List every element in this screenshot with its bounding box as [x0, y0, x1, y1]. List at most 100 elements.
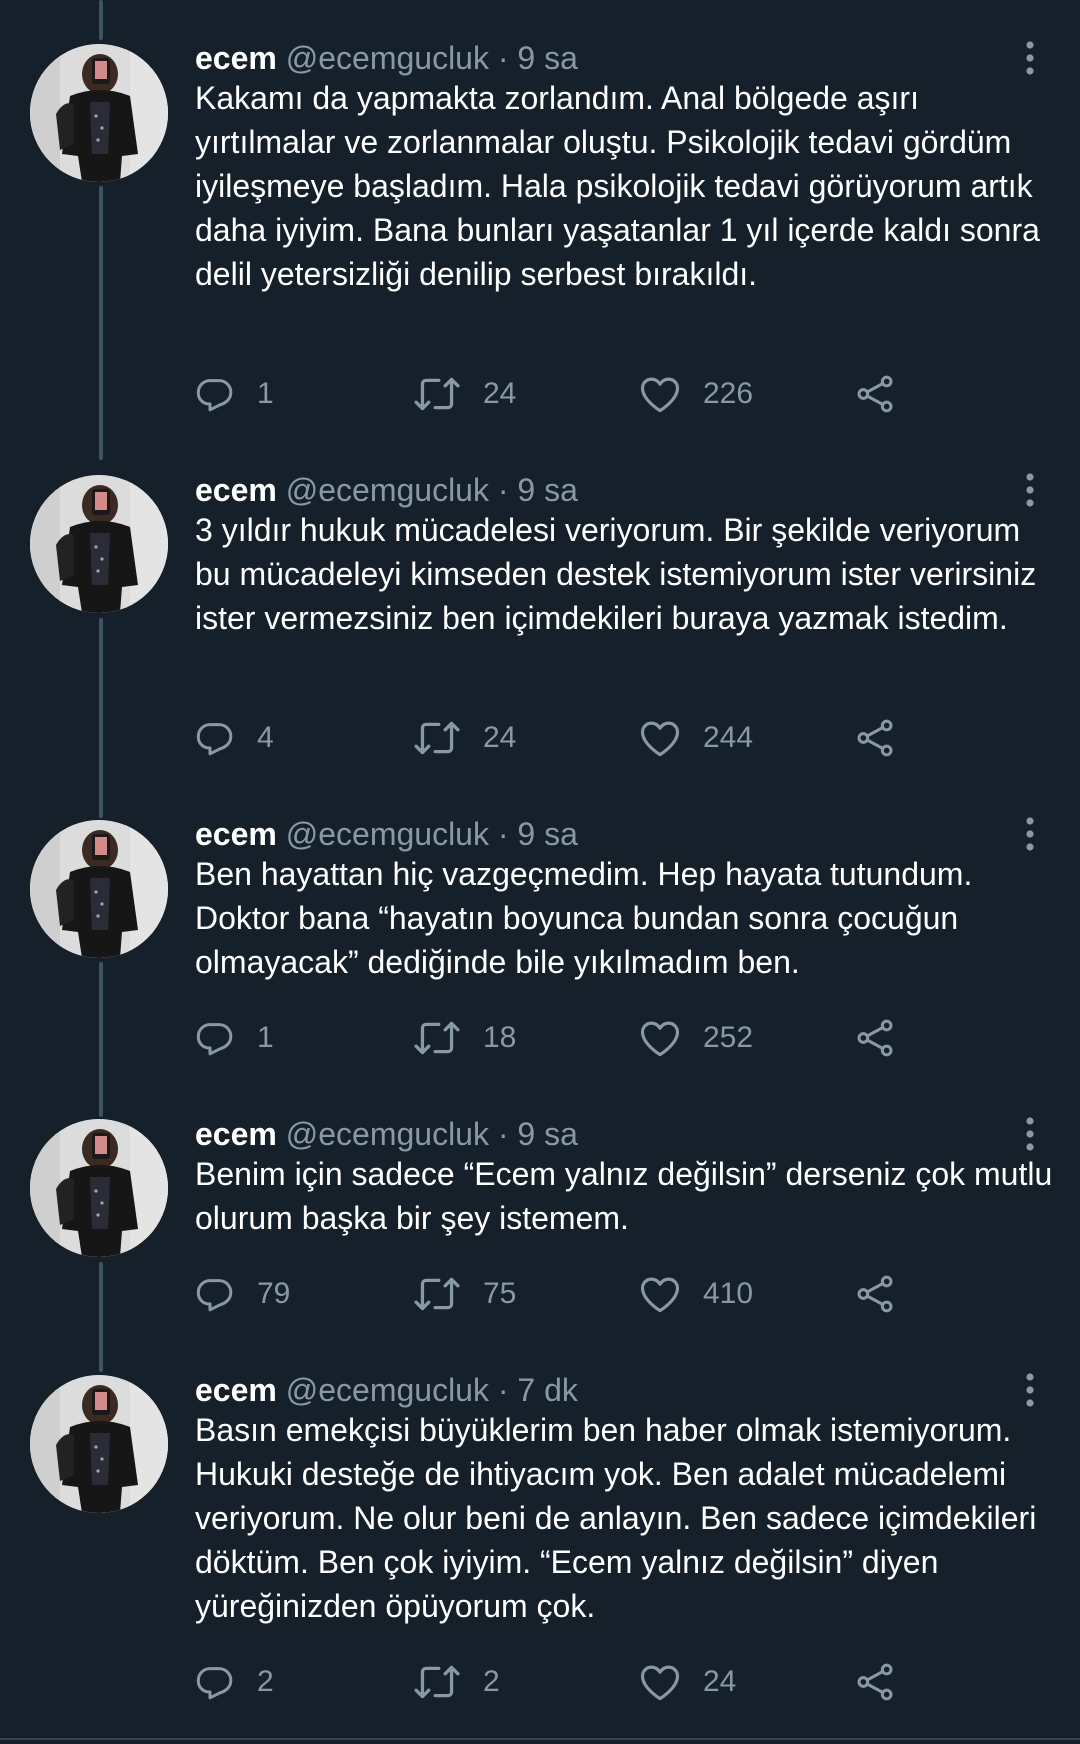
reply-icon	[196, 1023, 233, 1056]
reply-count: 1	[257, 1021, 274, 1054]
more-vertical-icon	[1026, 1373, 1034, 1407]
like-button[interactable]: 226	[639, 370, 753, 418]
display-name[interactable]: ecem	[195, 472, 277, 508]
timestamp[interactable]: 9 sa	[517, 472, 577, 508]
more-vertical-icon	[1026, 1117, 1034, 1151]
avatar[interactable]	[30, 1119, 168, 1257]
retweet-button[interactable]: 2	[413, 1658, 500, 1706]
thread-connector	[99, 1262, 103, 1372]
tweet-actions: 2 2 24	[195, 1658, 1015, 1706]
reply-button[interactable]: 1	[195, 370, 274, 418]
user-handle[interactable]: @ecemgucluk	[286, 816, 489, 852]
more-vertical-icon	[1026, 473, 1034, 507]
reply-count: 1	[257, 377, 274, 410]
reply-button[interactable]: 2	[195, 1658, 274, 1706]
share-button[interactable]	[855, 714, 895, 762]
thread-connector	[99, 0, 103, 40]
separator-dot: ·	[497, 1372, 509, 1408]
more-options-button[interactable]	[1012, 814, 1048, 854]
share-icon	[857, 1275, 893, 1313]
display-name[interactable]: ecem	[195, 1116, 277, 1152]
like-button[interactable]: 252	[639, 1014, 753, 1062]
thread-connector	[99, 962, 103, 1117]
timestamp[interactable]: 9 sa	[517, 1116, 577, 1152]
retweet-button[interactable]: 75	[413, 1270, 516, 1318]
retweet-count: 2	[483, 1665, 500, 1698]
retweet-count: 24	[483, 721, 517, 754]
retweet-count: 75	[483, 1277, 517, 1310]
share-icon	[857, 1663, 893, 1701]
tweet-actions: 1 18 252	[195, 1014, 1015, 1062]
separator-dot: ·	[497, 472, 509, 508]
avatar-image	[30, 1375, 168, 1513]
share-button[interactable]	[855, 1014, 895, 1062]
retweet-icon	[414, 1277, 460, 1311]
share-button[interactable]	[855, 1270, 895, 1318]
like-button[interactable]: 24	[639, 1658, 736, 1706]
user-handle[interactable]: @ecemgucluk	[286, 40, 489, 76]
tweet-header: ecem @ecemgucluk · 7 dk	[195, 1368, 578, 1412]
reply-icon	[196, 1279, 233, 1312]
timestamp[interactable]: 9 sa	[517, 816, 577, 852]
like-button[interactable]: 244	[639, 714, 753, 762]
avatar-image	[30, 475, 168, 613]
more-options-button[interactable]	[1012, 1370, 1048, 1410]
tweet-text: Basın emekçisi büyüklerim ben haber olma…	[195, 1412, 1037, 1624]
avatar[interactable]	[30, 475, 168, 613]
reply-icon	[196, 1667, 233, 1700]
avatar[interactable]	[30, 44, 168, 182]
tweet-header: ecem @ecemgucluk · 9 sa	[195, 1112, 578, 1156]
retweet-button[interactable]: 24	[413, 714, 516, 762]
share-icon	[857, 1019, 893, 1057]
retweet-icon	[414, 377, 460, 411]
display-name[interactable]: ecem	[195, 816, 277, 852]
thread-connector	[99, 186, 103, 460]
user-handle[interactable]: @ecemgucluk	[286, 1372, 489, 1408]
heart-icon	[640, 1277, 680, 1313]
like-count: 410	[703, 1277, 754, 1310]
retweet-icon	[414, 721, 460, 755]
tweet-actions: 4 24 244	[195, 714, 1015, 762]
more-vertical-icon	[1026, 817, 1034, 851]
tweet-text: Kakamı da yapmakta zorlandım. Anal bölge…	[195, 80, 1040, 292]
separator-dot: ·	[497, 1116, 509, 1152]
tweet-text: 3 yıldır hukuk mücadelesi veriyorum. Bir…	[195, 512, 1037, 636]
reply-count: 79	[257, 1277, 291, 1310]
divider	[0, 1738, 1080, 1740]
tweet-header: ecem @ecemgucluk · 9 sa	[195, 468, 578, 512]
reply-icon	[196, 723, 233, 756]
reply-button[interactable]: 4	[195, 714, 274, 762]
thread-connector	[99, 618, 103, 818]
retweet-count: 18	[483, 1021, 517, 1054]
share-icon	[857, 719, 893, 757]
timestamp[interactable]: 9 sa	[517, 40, 577, 76]
timestamp[interactable]: 7 dk	[517, 1372, 577, 1408]
heart-icon	[640, 1665, 680, 1701]
separator-dot: ·	[497, 40, 509, 76]
more-options-button[interactable]	[1012, 470, 1048, 510]
share-icon	[857, 375, 893, 413]
heart-icon	[640, 377, 680, 413]
more-options-button[interactable]	[1012, 38, 1048, 78]
share-button[interactable]	[855, 370, 895, 418]
retweet-button[interactable]: 24	[413, 370, 516, 418]
display-name[interactable]: ecem	[195, 40, 277, 76]
retweet-button[interactable]: 18	[413, 1014, 516, 1062]
tweet-actions: 1 24 226	[195, 370, 1015, 418]
display-name[interactable]: ecem	[195, 1372, 277, 1408]
avatar-image	[30, 44, 168, 182]
reply-count: 2	[257, 1665, 274, 1698]
avatar[interactable]	[30, 1375, 168, 1513]
more-options-button[interactable]	[1012, 1114, 1048, 1154]
like-count: 226	[703, 377, 754, 410]
avatar[interactable]	[30, 820, 168, 958]
heart-icon	[640, 721, 680, 757]
reply-button[interactable]: 1	[195, 1014, 274, 1062]
tweet-header: ecem @ecemgucluk · 9 sa	[195, 812, 578, 856]
reply-button[interactable]: 79	[195, 1270, 290, 1318]
share-button[interactable]	[855, 1658, 895, 1706]
thread-view: { "tweets": [ { "name": "ecem", "handle"…	[0, 0, 1080, 1744]
user-handle[interactable]: @ecemgucluk	[286, 472, 489, 508]
like-button[interactable]: 410	[639, 1270, 753, 1318]
user-handle[interactable]: @ecemgucluk	[286, 1116, 489, 1152]
